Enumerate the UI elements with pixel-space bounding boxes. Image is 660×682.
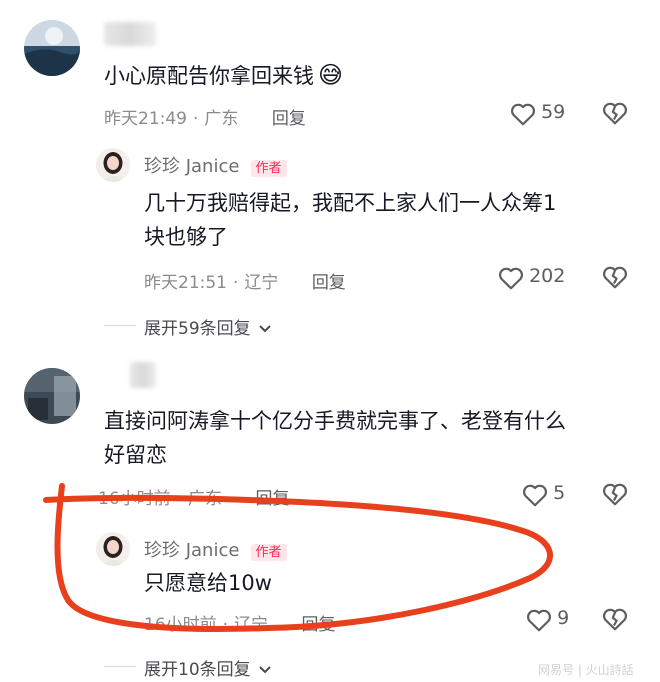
comment-meta: 16小时前 · 广东 回复 <box>98 489 290 509</box>
reply-location: 辽宁 <box>234 615 269 635</box>
reply-text-line: 块也够了 <box>144 225 228 249</box>
expand-replies-label: 展开10条回复 <box>144 660 251 680</box>
expand-replies-button[interactable]: 展开10条回复 <box>144 655 272 680</box>
comment-text: 小心原配告你拿回来钱 😅 <box>104 61 344 89</box>
dislike-button[interactable] <box>602 101 628 129</box>
comment-meta: 昨天21:49 · 广东 回复 <box>104 109 306 129</box>
reply-button[interactable]: 回复 <box>301 615 335 635</box>
author-name[interactable]: 珍珍 Janice <box>144 540 239 561</box>
comment-text: 直接问阿涛拿十个亿分手费就完事了、老登有什么 好留恋 <box>104 404 566 472</box>
sweat-smile-emoji: 😅 <box>318 61 344 89</box>
like-button[interactable]: 5 <box>522 482 565 507</box>
dislike-button[interactable] <box>602 482 628 510</box>
comment-text-line: 直接问阿涛拿十个亿分手费就完事了、老登有什么 <box>104 409 566 433</box>
chevron-down-icon <box>259 666 271 674</box>
reply-button[interactable]: 回复 <box>312 273 346 293</box>
broken-heart-icon <box>603 266 627 289</box>
reply-time: 16小时前 <box>144 615 217 635</box>
expand-replies-label: 展开59条回复 <box>144 319 251 339</box>
author-name[interactable]: 珍珍 Janice <box>144 156 239 177</box>
chevron-down-icon <box>259 325 271 333</box>
reply-location: 辽宁 <box>244 273 279 293</box>
comment-text-line: 好留恋 <box>104 443 167 467</box>
comment-time: 16小时前 <box>98 489 171 509</box>
author-badge: 作者 <box>250 160 287 177</box>
heart-icon <box>527 609 551 631</box>
like-count: 9 <box>557 607 570 629</box>
reply-text: 几十万我赔得起，我配不上家人们一人众筹1 块也够了 <box>144 186 556 254</box>
reply-button[interactable]: 回复 <box>272 109 306 129</box>
author-line: 珍珍 Janice 作者 <box>144 536 287 562</box>
like-button[interactable]: 9 <box>526 607 569 632</box>
heart-icon <box>523 484 547 506</box>
author-avatar[interactable] <box>96 532 130 566</box>
author-avatar[interactable] <box>96 148 130 182</box>
reply-text: 只愿意给10w <box>144 571 272 595</box>
watermark: 网易号 | 火山詩話 <box>538 663 634 677</box>
broken-heart-icon <box>603 608 627 631</box>
reply-meta: 16小时前 · 辽宁 回复 <box>144 615 336 635</box>
comment-time: 昨天21:49 <box>104 109 187 129</box>
blurred-username[interactable] <box>104 22 156 46</box>
like-count: 202 <box>529 265 566 287</box>
heart-icon <box>499 267 523 289</box>
expand-replies-button[interactable]: 展开59条回复 <box>144 314 272 339</box>
expand-divider <box>104 325 136 326</box>
dislike-button[interactable] <box>602 265 628 293</box>
like-count: 5 <box>553 482 566 504</box>
like-button[interactable]: 59 <box>510 101 565 126</box>
comment-location: 广东 <box>204 109 239 129</box>
blurred-username[interactable] <box>130 362 156 388</box>
dislike-button[interactable] <box>602 607 628 635</box>
reply-button[interactable]: 回复 <box>255 489 289 509</box>
commenter-avatar[interactable] <box>24 20 80 76</box>
comment-location: 广东 <box>188 489 223 509</box>
like-button[interactable]: 202 <box>498 265 565 290</box>
commenter-avatar[interactable] <box>24 368 80 424</box>
reply-text-line: 几十万我赔得起，我配不上家人们一人众筹1 <box>144 191 557 215</box>
heart-icon <box>511 103 535 125</box>
broken-heart-icon <box>603 102 627 125</box>
author-badge: 作者 <box>250 544 287 561</box>
author-line: 珍珍 Janice 作者 <box>144 152 287 178</box>
broken-heart-icon <box>603 483 627 506</box>
like-count: 59 <box>541 101 566 123</box>
expand-divider <box>104 666 136 667</box>
reply-meta: 昨天21:51 · 辽宁 回复 <box>144 273 346 293</box>
reply-time: 昨天21:51 <box>144 273 227 293</box>
